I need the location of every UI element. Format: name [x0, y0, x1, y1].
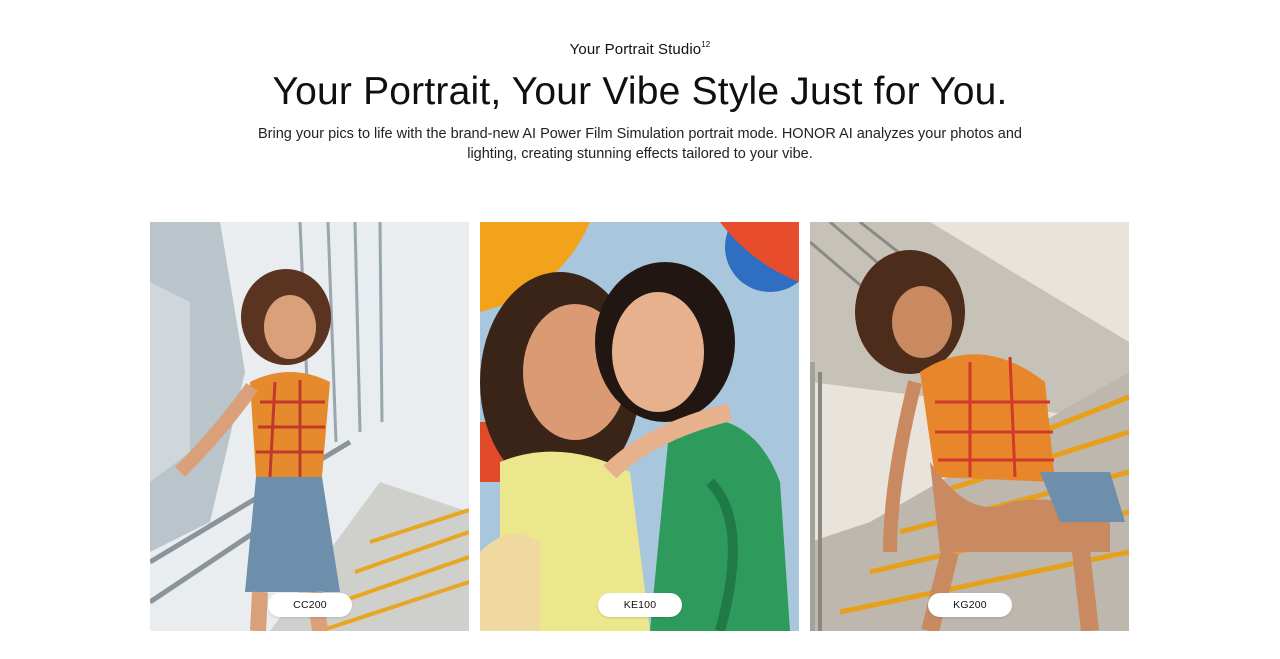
eyebrow-text: Your Portrait Studio — [569, 41, 702, 58]
section-description: Bring your pics to life with the brand-n… — [215, 124, 1065, 164]
portrait-photo-two-friends-hugging — [480, 222, 799, 631]
portrait-photo-woman-sitting-on-stairs — [810, 222, 1129, 631]
section-eyebrow: Your Portrait Studio12 — [0, 40, 1280, 58]
style-card-kg200[interactable]: KG200 — [810, 222, 1129, 631]
style-cards: CC200 KE100 KG200 — [150, 222, 1130, 632]
style-card-ke100[interactable]: KE100 — [480, 222, 799, 631]
style-label-cc200: CC200 — [268, 593, 352, 617]
portrait-photo-woman-on-stairs — [150, 222, 469, 631]
footnote-marker[interactable]: 12 — [701, 40, 710, 49]
page-title: Your Portrait, Your Vibe Style Just for … — [272, 70, 1008, 113]
style-card-cc200[interactable]: CC200 — [150, 222, 469, 631]
description-line-1: Bring your pics to life with the brand-n… — [257, 126, 1022, 142]
description-line-2: lighting, creating stunning effects tail… — [467, 146, 813, 162]
style-label-kg200: KG200 — [928, 593, 1012, 617]
style-label-ke100: KE100 — [598, 593, 682, 617]
